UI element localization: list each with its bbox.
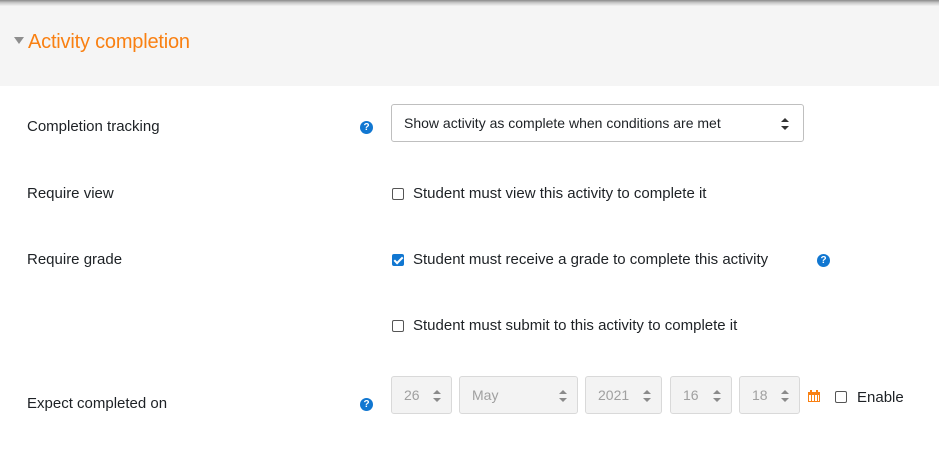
select-arrows-icon: [433, 390, 441, 402]
section-header-activity-completion[interactable]: Activity completion: [0, 6, 939, 86]
minute-select[interactable]: 18: [739, 376, 800, 414]
expect-completed-label: Expect completed on: [27, 395, 168, 412]
question-circle-icon[interactable]: ?: [360, 398, 373, 411]
completion-tracking-label: Completion tracking: [27, 118, 160, 135]
require-view-checkbox[interactable]: [392, 188, 404, 200]
require-view-checkbox-label[interactable]: Student must view this activity to compl…: [413, 185, 706, 203]
month-select[interactable]: May: [459, 376, 578, 414]
require-view-label: Require view: [27, 185, 114, 202]
hour-select[interactable]: 16: [670, 376, 732, 414]
day-value: 26: [404, 387, 420, 403]
select-arrows-icon: [643, 390, 651, 402]
require-grade-checkbox-label[interactable]: Student must receive a grade to complete…: [413, 251, 768, 269]
year-select[interactable]: 2021: [585, 376, 662, 414]
month-value: May: [472, 387, 499, 403]
select-arrows-icon: [559, 390, 567, 402]
caret-down-icon[interactable]: [14, 37, 24, 44]
hour-value: 16: [683, 387, 699, 403]
day-select[interactable]: 26: [391, 376, 452, 414]
calendar-icon[interactable]: [808, 390, 820, 402]
require-grade-checkbox[interactable]: [392, 254, 404, 266]
require-submit-checkbox-label[interactable]: Student must submit to this activity to …: [413, 317, 737, 335]
select-arrows-icon: [781, 390, 789, 402]
question-circle-icon[interactable]: ?: [817, 254, 830, 267]
enable-checkbox[interactable]: [835, 391, 847, 403]
require-submit-checkbox[interactable]: [392, 320, 404, 332]
select-arrows-icon: [781, 118, 789, 130]
completion-tracking-select[interactable]: Show activity as complete when condition…: [391, 104, 804, 142]
question-circle-icon[interactable]: ?: [360, 121, 373, 134]
require-grade-label: Require grade: [27, 251, 123, 268]
select-arrows-icon: [713, 390, 721, 402]
completion-tracking-value: Show activity as complete when condition…: [404, 115, 721, 131]
year-value: 2021: [598, 387, 630, 403]
minute-value: 18: [752, 387, 768, 403]
enable-checkbox-label[interactable]: Enable: [857, 389, 904, 407]
section-title[interactable]: Activity completion: [28, 30, 190, 54]
